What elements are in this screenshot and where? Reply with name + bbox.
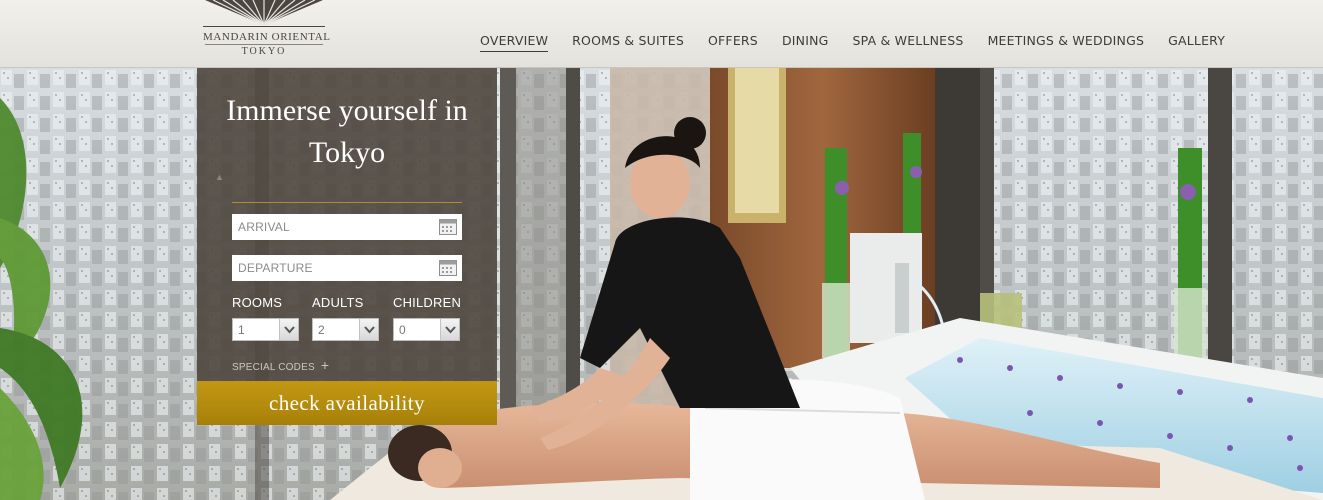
children-value: 0 <box>399 323 406 337</box>
rooms-value: 1 <box>238 323 245 337</box>
main-nav: OVERVIEW ROOMS & SUITES OFFERS DINING SP… <box>480 33 1249 52</box>
brand-divider <box>205 44 323 45</box>
arrival-calendar-icon[interactable] <box>439 218 457 235</box>
arrival-date-input[interactable] <box>232 214 462 240</box>
collapse-caret-icon[interactable]: ▲ <box>215 172 224 182</box>
brand-logo[interactable]: MANDARIN ORIENTAL TOKYO <box>203 0 331 60</box>
site-header: MANDARIN ORIENTAL TOKYO OVERVIEW ROOMS &… <box>0 0 1323 68</box>
adults-value: 2 <box>318 323 325 337</box>
nav-gallery[interactable]: GALLERY <box>1168 33 1225 52</box>
children-select[interactable]: 0 <box>393 318 460 341</box>
booking-title: Immerse yourself in Tokyo <box>226 94 468 169</box>
nav-meetings-weddings[interactable]: MEETINGS & WEDDINGS <box>988 33 1145 52</box>
children-label: CHILDREN <box>393 295 462 310</box>
nav-dining[interactable]: DINING <box>782 33 829 52</box>
chevron-down-icon <box>279 319 298 340</box>
nav-rooms-suites[interactable]: ROOMS & SUITES <box>572 33 684 52</box>
fan-logo-icon <box>203 0 325 27</box>
brand-name: MANDARIN ORIENTAL <box>203 31 331 43</box>
nav-offers[interactable]: OFFERS <box>708 33 758 52</box>
chevron-down-icon <box>359 319 378 340</box>
adults-select[interactable]: 2 <box>312 318 379 341</box>
check-availability-button[interactable]: check availability <box>197 381 497 425</box>
chevron-down-icon <box>440 319 459 340</box>
departure-date-input[interactable] <box>232 255 462 281</box>
rooms-label: ROOMS <box>232 295 283 310</box>
special-codes-toggle[interactable]: SPECIAL CODES + <box>232 357 329 373</box>
panel-divider <box>232 202 462 203</box>
departure-calendar-icon[interactable] <box>439 259 457 276</box>
adults-label: ADULTS <box>312 295 364 310</box>
brand-city: TOKYO <box>241 46 287 57</box>
special-codes-label: SPECIAL CODES <box>232 362 315 373</box>
rooms-select[interactable]: 1 <box>232 318 299 341</box>
nav-spa-wellness[interactable]: SPA & WELLNESS <box>853 33 964 52</box>
booking-panel: Immerse yourself in Tokyo ▲ ROOMS ADULTS… <box>197 68 497 425</box>
plus-icon: + <box>320 357 330 373</box>
nav-overview[interactable]: OVERVIEW <box>480 33 549 52</box>
